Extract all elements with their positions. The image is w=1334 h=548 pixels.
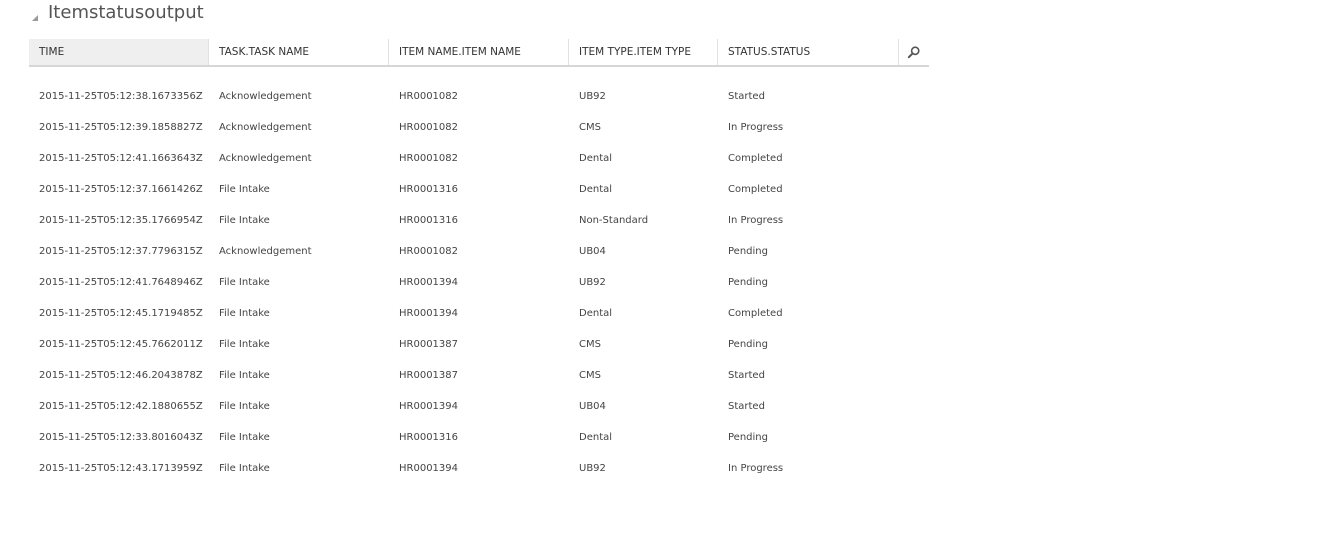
cell-item-name: HR0001394 <box>399 277 459 288</box>
cell-status: Pending <box>728 432 768 443</box>
cell-time: 2015-11-25T05:12:35.1766954Z <box>39 215 203 226</box>
cell-task-name: Acknowledgement <box>219 246 312 257</box>
cell-item-type: UB92 <box>579 463 606 474</box>
cell-item-type: UB92 <box>579 277 606 288</box>
search-icon[interactable] <box>899 39 929 65</box>
column-header-task-name[interactable]: TASK.TASK NAME <box>209 39 389 65</box>
cell-task-name: File Intake <box>219 432 270 443</box>
page: Itemstatusoutput TIME TASK.TASK NAME ITE… <box>0 0 1334 548</box>
cell-item-type: CMS <box>579 122 601 133</box>
cell-task-name: Acknowledgement <box>219 153 312 164</box>
cell-item-name: HR0001082 <box>399 91 459 102</box>
cell-item-name: HR0001082 <box>399 246 459 257</box>
table-row[interactable]: 2015-11-25T05:12:35.1766954Z File Intake H… <box>29 205 929 236</box>
cell-time: 2015-11-25T05:12:45.1719485Z <box>39 308 203 319</box>
table-row[interactable]: 2015-11-25T05:12:46.2043878Z File Intake H… <box>29 360 929 391</box>
cell-status: Completed <box>728 153 783 164</box>
cell-time: 2015-11-25T05:12:42.1880655Z <box>39 401 203 412</box>
cell-time: 2015-11-25T05:12:39.1858827Z <box>39 122 203 133</box>
table-row[interactable]: 2015-11-25T05:12:45.7662011Z File Intake H… <box>29 329 929 360</box>
results-grid: TIME TASK.TASK NAME ITEM NAME.ITEM NAME … <box>29 39 929 484</box>
cell-status: Completed <box>728 184 783 195</box>
column-header-item-type[interactable]: ITEM TYPE.ITEM TYPE <box>569 39 718 65</box>
table-row[interactable]: 2015-11-25T05:12:37.1661426Z File Intake H… <box>29 174 929 205</box>
cell-item-name: HR0001394 <box>399 401 459 412</box>
table-row[interactable]: 2015-11-25T05:12:41.7648946Z File Intake H… <box>29 267 929 298</box>
cell-status: Started <box>728 370 765 381</box>
grid-header-row: TIME TASK.TASK NAME ITEM NAME.ITEM NAME … <box>29 39 929 67</box>
cell-time: 2015-11-25T05:12:43.1713959Z <box>39 463 203 474</box>
cell-task-name: Acknowledgement <box>219 122 312 133</box>
cell-status: Started <box>728 401 765 412</box>
cell-task-name: File Intake <box>219 184 270 195</box>
cell-status: Pending <box>728 339 768 350</box>
cell-item-name: HR0001316 <box>399 184 459 195</box>
cell-task-name: Acknowledgement <box>219 91 312 102</box>
cell-time: 2015-11-25T05:12:41.1663643Z <box>39 153 203 164</box>
cell-time: 2015-11-25T05:12:38.1673356Z <box>39 91 203 102</box>
cell-status: In Progress <box>728 122 784 133</box>
cell-time: 2015-11-25T05:12:45.7662011Z <box>39 339 203 350</box>
cell-task-name: File Intake <box>219 339 270 350</box>
cell-status: In Progress <box>728 215 784 226</box>
cell-item-type: CMS <box>579 339 601 350</box>
table-row[interactable]: 2015-11-25T05:12:39.1858827Z Acknowledgem… <box>29 112 929 143</box>
cell-task-name: File Intake <box>219 308 270 319</box>
cell-time: 2015-11-25T05:12:41.7648946Z <box>39 277 203 288</box>
cell-time: 2015-11-25T05:12:46.2043878Z <box>39 370 203 381</box>
cell-item-type: UB92 <box>579 91 606 102</box>
column-header-time[interactable]: TIME <box>29 39 209 65</box>
cell-item-type: UB04 <box>579 401 606 412</box>
cell-item-type: Dental <box>579 184 613 195</box>
table-row[interactable]: 2015-11-25T05:12:37.7796315Z Acknowledgem… <box>29 236 929 267</box>
cell-item-name: HR0001316 <box>399 215 459 226</box>
cell-item-type: Non-Standard <box>579 215 649 226</box>
cell-item-type: Dental <box>579 432 613 443</box>
cell-time: 2015-11-25T05:12:37.1661426Z <box>39 184 203 195</box>
cell-item-type: Dental <box>579 153 613 164</box>
table-row[interactable]: 2015-11-25T05:12:45.1719485Z File Intake H… <box>29 298 929 329</box>
table-row[interactable]: 2015-11-25T05:12:41.1663643Z Acknowledgem… <box>29 143 929 174</box>
cell-time: 2015-11-25T05:12:37.7796315Z <box>39 246 203 257</box>
cell-item-type: UB04 <box>579 246 606 257</box>
cell-task-name: File Intake <box>219 463 270 474</box>
cell-task-name: File Intake <box>219 215 270 226</box>
cell-time: 2015-11-25T05:12:33.8016043Z <box>39 432 203 443</box>
cell-status: In Progress <box>728 463 784 474</box>
cell-item-type: CMS <box>579 370 601 381</box>
cell-item-name: HR0001387 <box>399 339 459 350</box>
table-row[interactable]: 2015-11-25T05:12:43.1713959Z File Intake H… <box>29 453 929 484</box>
cell-status: Started <box>728 91 765 102</box>
collapse-triangle-icon[interactable] <box>30 8 40 21</box>
cell-task-name: File Intake <box>219 277 270 288</box>
cell-status: Pending <box>728 246 768 257</box>
cell-task-name: File Intake <box>219 370 270 381</box>
section-title: Itemstatusoutput <box>48 1 204 23</box>
table-row[interactable]: 2015-11-25T05:12:33.8016043Z File Intake H… <box>29 422 929 453</box>
cell-item-type: Dental <box>579 308 613 319</box>
cell-status: Completed <box>728 308 783 319</box>
grid-rows: 2015-11-25T05:12:38.1673356Z Acknowledgem… <box>29 81 929 484</box>
cell-status: Pending <box>728 277 768 288</box>
section-header-toggle[interactable]: Itemstatusoutput <box>30 0 204 24</box>
cell-item-name: HR0001394 <box>399 308 459 319</box>
cell-task-name: File Intake <box>219 401 270 412</box>
cell-item-name: HR0001082 <box>399 122 459 133</box>
cell-item-name: HR0001316 <box>399 432 459 443</box>
column-header-status[interactable]: STATUS.STATUS <box>718 39 899 65</box>
column-header-item-name[interactable]: ITEM NAME.ITEM NAME <box>389 39 569 65</box>
table-row[interactable]: 2015-11-25T05:12:42.1880655Z File Intake H… <box>29 391 929 422</box>
cell-item-name: HR0001082 <box>399 153 459 164</box>
cell-item-name: HR0001394 <box>399 463 459 474</box>
cell-item-name: HR0001387 <box>399 370 459 381</box>
table-row[interactable]: 2015-11-25T05:12:38.1673356Z Acknowledgem… <box>29 81 929 112</box>
